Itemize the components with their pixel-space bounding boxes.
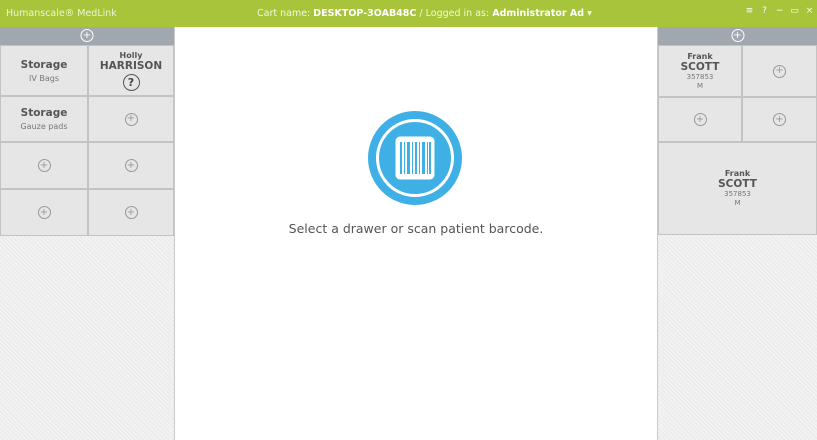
cart-name: DESKTOP-3OAB48C	[313, 8, 417, 19]
left-drawer-grid: Storage IV Bags Holly HARRISON ? Storage…	[0, 45, 174, 236]
patient-last-name: SCOTT	[680, 60, 720, 73]
patient-first-name: Holly	[119, 50, 143, 60]
drawer-subtitle: Gauze pads	[20, 122, 68, 131]
patient-sex: M	[696, 81, 704, 90]
cart-label: Cart name:	[257, 8, 311, 19]
app-name: Humanscale® MedLink	[6, 8, 117, 19]
patient-last-name: HARRISON	[99, 59, 163, 72]
drawer-title: Storage	[20, 58, 68, 71]
empty-drawer[interactable]: +	[658, 97, 742, 142]
window-controls: ≡ ? − ▭ ×	[742, 6, 817, 16]
drawer-patient-scott[interactable]: Frank SCOTT 357853 M	[658, 45, 742, 97]
right-drawer-panel: + Frank SCOTT 357853 M + + + Frank SCOTT…	[657, 27, 817, 440]
minimize-icon[interactable]: −	[772, 6, 787, 16]
scan-barcode-button[interactable]	[368, 111, 462, 205]
patient-last-name: SCOTT	[718, 178, 757, 190]
empty-drawer[interactable]: +	[742, 45, 817, 97]
title-bar: Humanscale® MedLink Cart name: DESKTOP-3…	[0, 0, 817, 27]
add-icon: +	[124, 206, 138, 219]
user-menu-chevron-icon[interactable]: ▾	[587, 8, 592, 19]
patient-id: 357853	[686, 72, 714, 81]
drawer-storage-iv-bags[interactable]: Storage IV Bags	[0, 45, 88, 96]
add-icon: +	[693, 113, 707, 126]
barcode-icon	[395, 136, 435, 180]
empty-drawer[interactable]: +	[742, 97, 817, 142]
empty-drawer[interactable]: +	[0, 142, 88, 189]
left-panel-header: +	[0, 27, 174, 45]
drawer-patient-scott-large[interactable]: Frank SCOTT 357853 M	[658, 142, 817, 235]
drawer-patient-harrison[interactable]: Holly HARRISON ?	[88, 45, 174, 96]
menu-icon[interactable]: ≡	[742, 6, 757, 16]
left-drawer-panel: + Storage IV Bags Holly HARRISON ? Stora…	[0, 27, 175, 440]
drawer-title: Storage	[20, 107, 68, 119]
maximize-icon[interactable]: ▭	[787, 6, 802, 16]
drawer-subtitle: IV Bags	[28, 73, 59, 83]
separator: /	[419, 8, 423, 19]
scan-ring	[376, 119, 454, 197]
empty-drawer[interactable]: +	[0, 189, 88, 236]
add-icon: +	[124, 159, 138, 172]
right-panel-header: +	[658, 27, 817, 45]
unknown-status-icon: ?	[122, 73, 140, 91]
empty-drawer[interactable]: +	[88, 142, 174, 189]
empty-drawer[interactable]: +	[88, 189, 174, 236]
add-icon: +	[124, 112, 138, 126]
session-info: Cart name: DESKTOP-3OAB48C / Logged in a…	[257, 8, 592, 19]
add-drawer-icon[interactable]: +	[731, 29, 744, 42]
scan-prompt: Select a drawer or scan patient barcode.	[288, 221, 544, 236]
main-scan-area: Select a drawer or scan patient barcode.	[175, 27, 657, 440]
add-drawer-icon[interactable]: +	[80, 29, 94, 42]
add-icon: +	[37, 159, 51, 172]
add-icon: +	[773, 113, 786, 126]
patient-first-name: Frank	[687, 51, 713, 61]
drawer-storage-gauze-pads[interactable]: Storage Gauze pads	[0, 96, 88, 142]
empty-drawer[interactable]: +	[88, 96, 174, 142]
close-icon[interactable]: ×	[802, 6, 817, 16]
patient-first-name: Frank	[724, 169, 751, 178]
add-icon: +	[773, 64, 786, 78]
patient-sex: M	[734, 199, 741, 207]
patient-id: 357853	[724, 190, 751, 198]
logged-label: Logged in as:	[425, 8, 490, 19]
add-icon: +	[37, 206, 51, 219]
user-menu[interactable]: Administrator Ad	[492, 8, 584, 19]
right-drawer-grid: Frank SCOTT 357853 M + + + Frank SCOTT 3…	[658, 45, 817, 235]
help-icon[interactable]: ?	[757, 6, 772, 16]
